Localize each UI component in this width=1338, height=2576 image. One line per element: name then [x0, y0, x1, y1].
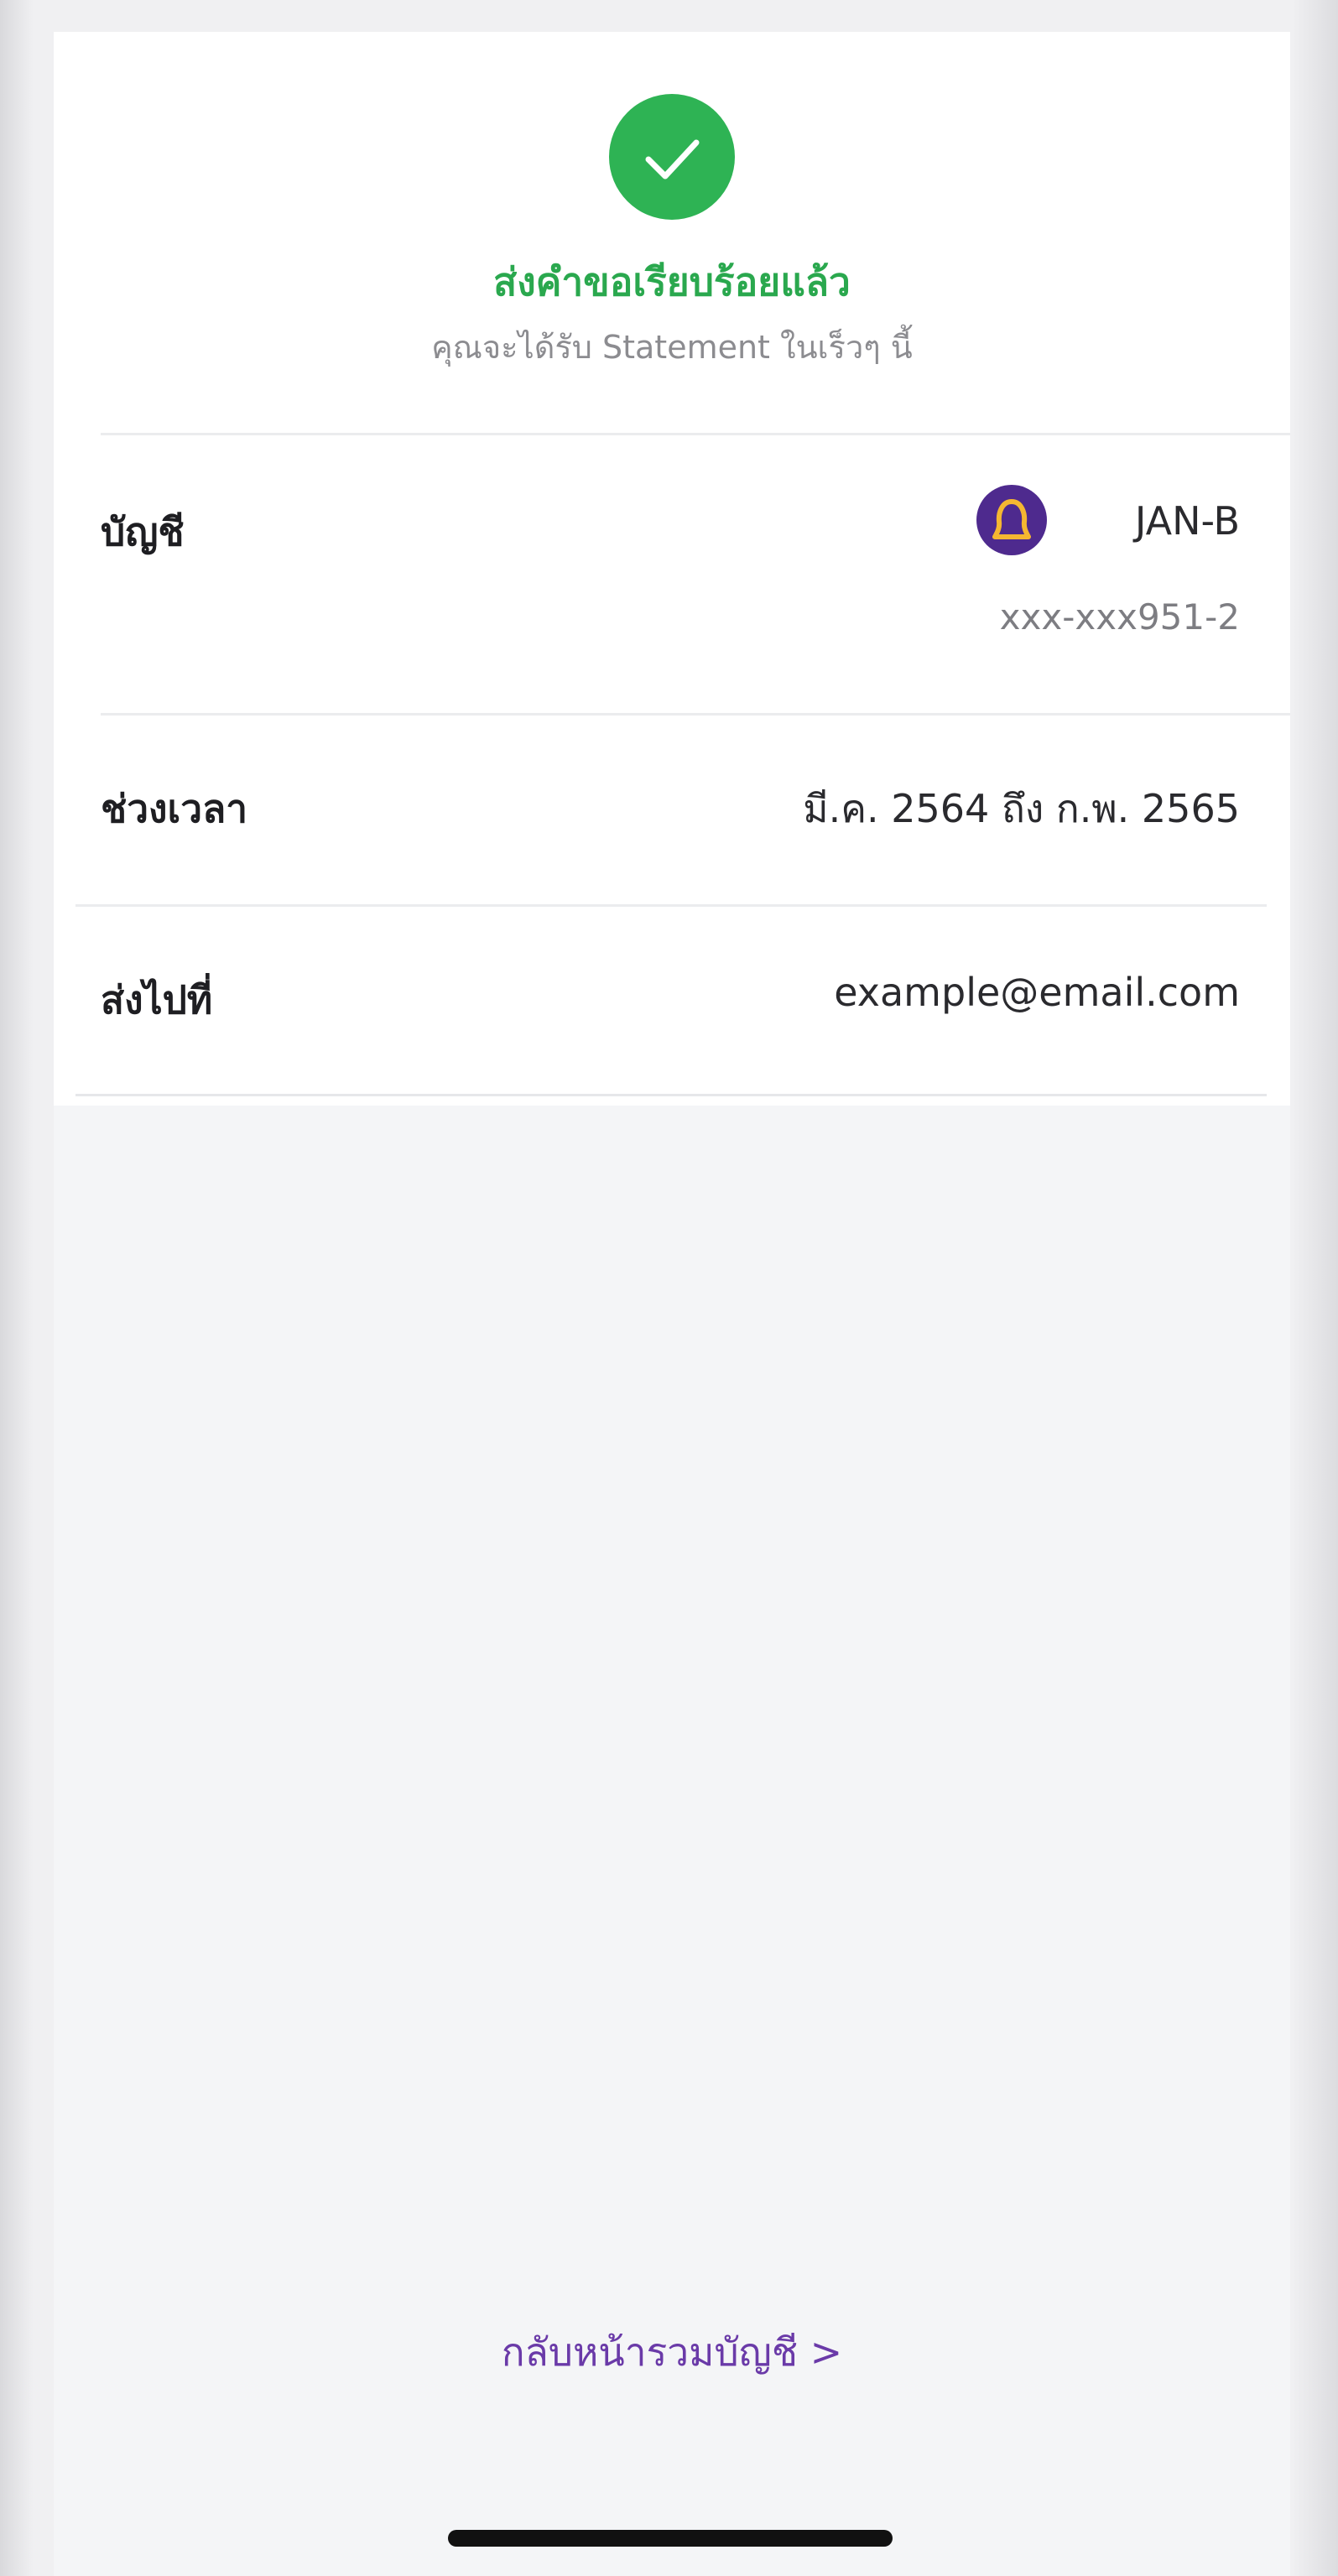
device-frame: ส่งคำขอเรียบร้อยแล้ว คุณจะได้รับ Stateme… — [0, 0, 1338, 2576]
period-value: มี.ค. 2564 ถึง ก.พ. 2565 — [803, 786, 1240, 831]
divider — [101, 713, 1290, 716]
success-subtitle: คุณจะได้รับ Statement ในเร็วๆ นี้ — [431, 329, 913, 366]
account-label: บัญชี — [101, 509, 185, 554]
home-indicator[interactable] — [448, 2530, 893, 2547]
account-name: JAN-B — [1134, 498, 1240, 544]
send-to-value: example@email.com — [834, 970, 1240, 1015]
check-icon — [645, 139, 700, 180]
divider — [75, 1094, 1267, 1096]
app-screen: ส่งคำขอเรียบร้อยแล้ว คุณจะได้รับ Stateme… — [54, 32, 1290, 2576]
divider — [75, 904, 1267, 907]
account-number: xxx-xxx951-2 — [999, 596, 1240, 637]
period-label: ช่วงเวลา — [101, 786, 248, 831]
bank-logo-icon — [976, 485, 1047, 555]
success-title: ส่งคำขอเรียบร้อยแล้ว — [493, 259, 851, 304]
send-to-label: ส่งไปที่ — [101, 977, 213, 1023]
summary-card: ส่งคำขอเรียบร้อยแล้ว คุณจะได้รับ Stateme… — [54, 32, 1290, 1106]
success-badge — [609, 94, 735, 220]
back-to-accounts-link[interactable]: กลับหน้ารวมบัญชี > — [54, 2322, 1290, 2383]
divider — [101, 433, 1290, 435]
